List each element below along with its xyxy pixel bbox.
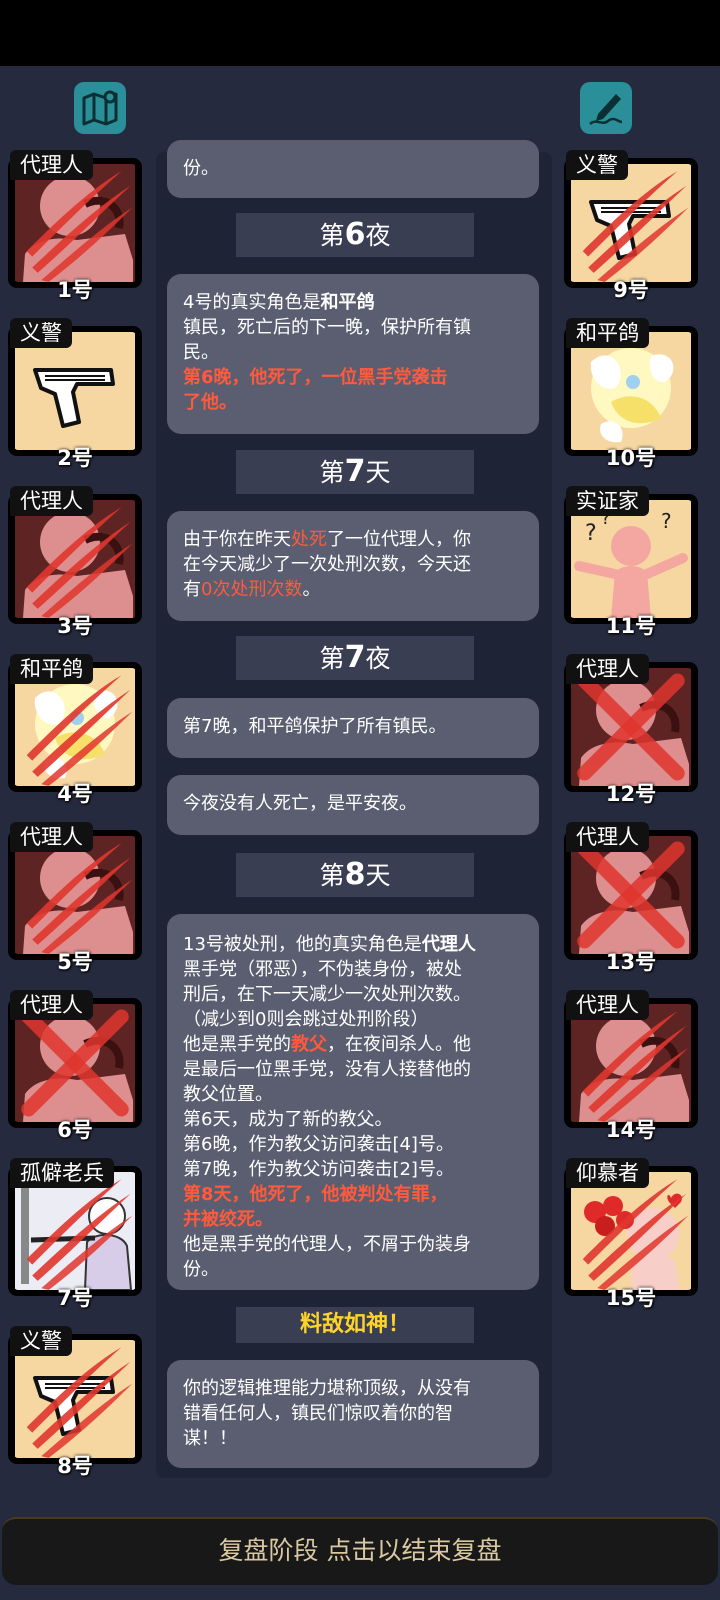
player-role-label: 代理人 bbox=[10, 150, 93, 180]
player-role-label: 和平鸽 bbox=[10, 654, 93, 684]
player-card[interactable]: 义警 2号 bbox=[8, 318, 148, 473]
player-role-label: 代理人 bbox=[566, 654, 649, 684]
player-number: 4号 bbox=[57, 782, 93, 806]
player-card[interactable]: 代理人 6号 bbox=[8, 990, 148, 1145]
phase-header-night-7: 第7夜 bbox=[236, 636, 474, 680]
shadow-portrait-icon bbox=[14, 500, 136, 618]
player-role-label: 和平鸽 bbox=[566, 318, 649, 348]
player-card[interactable]: ??? 实证家 11号 bbox=[564, 486, 704, 641]
player-role-label: 义警 bbox=[566, 150, 628, 180]
player-card[interactable]: 和平鸽 10号 bbox=[564, 318, 704, 473]
notes-button[interactable] bbox=[580, 82, 632, 134]
player-number: 7号 bbox=[57, 1286, 93, 1310]
player-number: 9号 bbox=[613, 278, 649, 302]
player-card[interactable]: 义警 8号 bbox=[8, 1326, 148, 1481]
player-card[interactable]: 义警 9号 bbox=[564, 150, 704, 305]
player-number: 11号 bbox=[605, 614, 657, 638]
svg-text:?: ? bbox=[585, 521, 597, 546]
phase-header-day-7: 第7天 bbox=[236, 450, 474, 494]
player-card[interactable]: 代理人 1号 bbox=[8, 150, 148, 305]
player-card[interactable]: 代理人 14号 bbox=[564, 990, 704, 1145]
log-entry-partial: 份。 bbox=[167, 140, 539, 198]
log-entry-night7-peace: 今夜没有人死亡，是平安夜。 bbox=[167, 775, 539, 835]
player-role-label: 义警 bbox=[10, 1326, 72, 1356]
verdict-banner: 料敌如神！ bbox=[236, 1307, 474, 1343]
player-number: 12号 bbox=[605, 782, 657, 806]
player-role-label: 代理人 bbox=[10, 822, 93, 852]
player-card[interactable]: 和平鸽 4号 bbox=[8, 654, 148, 809]
player-role-label: 义警 bbox=[10, 318, 72, 348]
dove-portrait-icon bbox=[14, 668, 136, 786]
player-number: 5号 bbox=[57, 950, 93, 974]
shadow-portrait-icon bbox=[14, 1004, 136, 1122]
player-role-label: 孤僻老兵 bbox=[10, 1158, 114, 1188]
shadow-portrait-icon bbox=[570, 668, 692, 786]
player-number: 15号 bbox=[605, 1286, 657, 1310]
player-number: 1号 bbox=[57, 278, 93, 302]
gun-portrait-icon bbox=[570, 164, 692, 282]
empiricist-portrait-icon: ??? bbox=[570, 500, 692, 618]
log-entry-day8-execution: 13号被处刑，他的真实角色是代理人 黑手党（邪恶），不伪装身份，被处 刑后，在下… bbox=[167, 914, 539, 1290]
player-role-label: 代理人 bbox=[566, 990, 649, 1020]
end-review-button[interactable]: 复盘阶段 点击以结束复盘 bbox=[2, 1517, 718, 1585]
log-entry-night7-protect: 第7晚，和平鸽保护了所有镇民。 bbox=[167, 698, 539, 758]
shadow-portrait-icon bbox=[570, 1004, 692, 1122]
player-number: 6号 bbox=[57, 1118, 93, 1142]
shadow-portrait-icon bbox=[570, 836, 692, 954]
player-role-label: 代理人 bbox=[10, 486, 93, 516]
map-pin-icon bbox=[82, 90, 118, 126]
gun-portrait-icon bbox=[14, 332, 136, 450]
gun-portrait-icon bbox=[14, 1340, 136, 1458]
player-number: 14号 bbox=[605, 1118, 657, 1142]
log-entry-night6-death: 4号的真实角色是和平鸽 镇民，死亡后的下一晚，保护所有镇 民。 第6晚，他死了，… bbox=[167, 274, 539, 434]
player-card[interactable]: 仰慕者 15号 bbox=[564, 1158, 704, 1313]
shadow-portrait-icon bbox=[14, 164, 136, 282]
player-number: 8号 bbox=[57, 1454, 93, 1478]
shadow-portrait-icon bbox=[14, 836, 136, 954]
status-bar bbox=[0, 0, 720, 66]
pen-icon bbox=[589, 94, 623, 125]
player-number: 13号 bbox=[605, 950, 657, 974]
player-card[interactable]: 孤僻老兵 7号 bbox=[8, 1158, 148, 1313]
map-button[interactable] bbox=[74, 82, 126, 134]
log-entry-final: 你的逻辑推理能力堪称顶级，从没有 错看任何人，镇民们惊叹着你的智 谋！！ bbox=[167, 1360, 539, 1468]
admirer-portrait-icon bbox=[570, 1172, 692, 1290]
player-number: 3号 bbox=[57, 614, 93, 638]
player-role-label: 仰慕者 bbox=[566, 1158, 649, 1188]
dove-portrait-icon bbox=[570, 332, 692, 450]
phase-header-night-6: 第6夜 bbox=[236, 213, 474, 257]
player-role-label: 代理人 bbox=[10, 990, 93, 1020]
player-role-label: 实证家 bbox=[566, 486, 649, 516]
player-number: 10号 bbox=[605, 446, 657, 470]
player-card[interactable]: 代理人 3号 bbox=[8, 486, 148, 641]
player-role-label: 代理人 bbox=[566, 822, 649, 852]
phase-header-day-8: 第8天 bbox=[236, 853, 474, 897]
log-entry-day7-execution: 由于你在昨天处死了一位代理人，你 在今天减少了一次处刑次数，今天还 有0次处刑次… bbox=[167, 511, 539, 621]
player-card[interactable]: 代理人 5号 bbox=[8, 822, 148, 977]
svg-text:?: ? bbox=[661, 509, 672, 533]
player-card[interactable]: 代理人 12号 bbox=[564, 654, 704, 809]
log-text: 份。 bbox=[183, 158, 219, 179]
veteran-portrait-icon bbox=[14, 1172, 136, 1290]
player-number: 2号 bbox=[57, 446, 93, 470]
player-card[interactable]: 代理人 13号 bbox=[564, 822, 704, 977]
